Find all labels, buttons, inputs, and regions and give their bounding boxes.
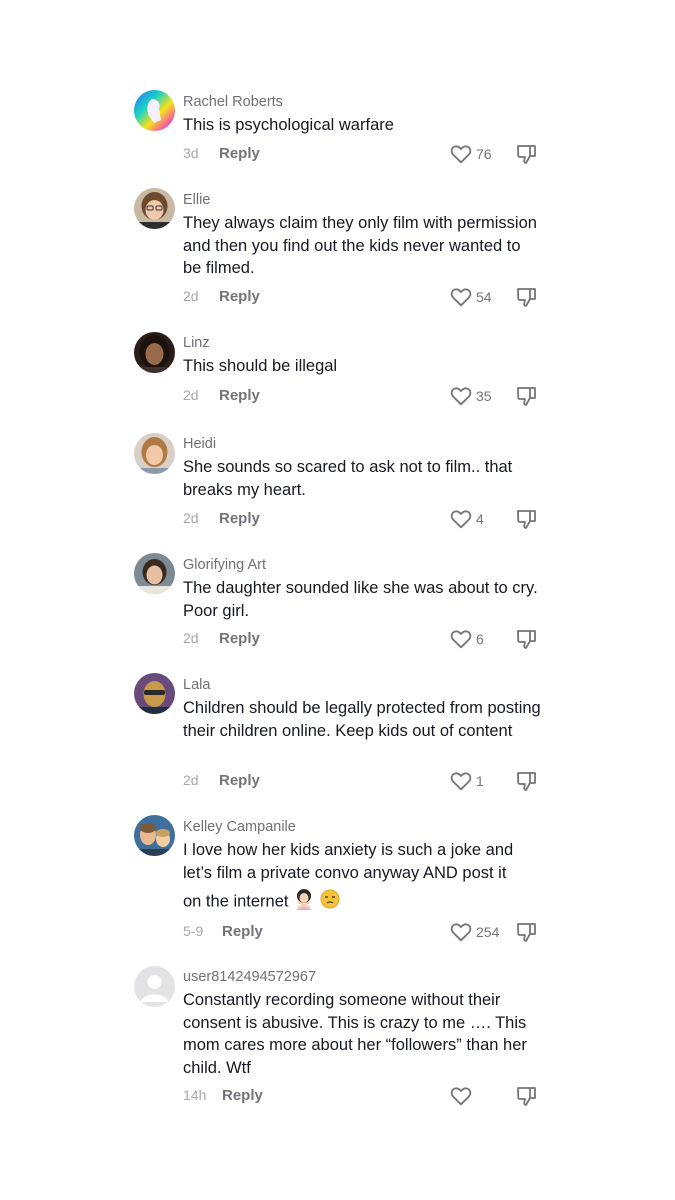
comment-text: This should be illegal xyxy=(183,357,338,375)
comment-text: Children should be legally protected fro… xyxy=(183,699,541,740)
dislike-button[interactable] xyxy=(515,507,539,536)
reply-button[interactable]: Reply xyxy=(219,387,260,404)
comment-date: 2d xyxy=(183,510,199,526)
username[interactable]: Heidi xyxy=(183,436,216,452)
heart-outline-icon xyxy=(449,142,473,166)
avatar[interactable] xyxy=(134,673,175,714)
like-count: 35 xyxy=(476,388,492,404)
like-button[interactable]: 254 xyxy=(449,920,499,944)
like-count: 6 xyxy=(476,631,484,647)
heart-outline-icon xyxy=(449,1084,473,1108)
comment-text: Constantly recording someone without the… xyxy=(183,991,527,1077)
comment-date: 5-9 xyxy=(183,923,204,939)
woman-gesturing-no-emoji xyxy=(293,888,315,917)
like-button[interactable]: 1 xyxy=(449,769,484,793)
like-count: 54 xyxy=(476,289,492,305)
like-button[interactable]: 6 xyxy=(449,627,484,651)
avatar[interactable] xyxy=(134,90,175,131)
like-button[interactable]: 4 xyxy=(449,507,484,531)
like-count: 76 xyxy=(476,146,492,162)
dislike-button[interactable] xyxy=(515,920,539,949)
avatar[interactable] xyxy=(134,966,175,1007)
username[interactable]: Ellie xyxy=(183,192,210,208)
reply-button[interactable]: Reply xyxy=(219,145,260,162)
username[interactable]: Linz xyxy=(183,335,210,351)
dislike-button[interactable] xyxy=(515,285,539,314)
comment-text: They always claim they only film with pe… xyxy=(183,214,537,277)
heart-outline-icon xyxy=(449,920,473,944)
thumbs-down-icon xyxy=(515,769,539,793)
thumbs-down-icon xyxy=(515,920,539,944)
heart-outline-icon xyxy=(449,507,473,531)
comment-text: The daughter sounded like she was about … xyxy=(183,579,538,620)
reply-button[interactable]: Reply xyxy=(222,923,263,940)
unamused-face-emoji xyxy=(320,889,340,916)
avatar[interactable] xyxy=(134,332,175,373)
dislike-button[interactable] xyxy=(515,769,539,798)
reply-button[interactable]: Reply xyxy=(219,288,260,305)
comment-date: 2d xyxy=(183,772,199,788)
thumbs-down-icon xyxy=(515,142,539,166)
avatar[interactable] xyxy=(134,553,175,594)
comment-text: This is psychological warfare xyxy=(183,116,394,134)
like-button[interactable] xyxy=(449,1084,476,1108)
comment-date: 2d xyxy=(183,387,199,403)
like-button[interactable]: 76 xyxy=(449,142,492,166)
thumbs-down-icon xyxy=(515,285,539,309)
like-button[interactable]: 35 xyxy=(449,384,492,408)
dislike-button[interactable] xyxy=(515,142,539,171)
like-count: 254 xyxy=(476,924,500,940)
username[interactable]: Rachel Roberts xyxy=(183,94,283,110)
dislike-button[interactable] xyxy=(515,627,539,656)
comment-date: 3d xyxy=(183,145,199,161)
reply-button[interactable]: Reply xyxy=(222,1087,263,1104)
thumbs-down-icon xyxy=(515,627,539,651)
thumbs-down-icon xyxy=(515,507,539,531)
like-count: 4 xyxy=(476,511,484,527)
like-button[interactable]: 54 xyxy=(449,285,492,309)
heart-outline-icon xyxy=(449,769,473,793)
comment-date: 14h xyxy=(183,1087,207,1103)
heart-outline-icon xyxy=(449,285,473,309)
username[interactable]: Kelley Campanile xyxy=(183,819,296,835)
comment-text: She sounds so scared to ask not to film.… xyxy=(183,458,513,499)
dislike-button[interactable] xyxy=(515,1084,539,1113)
username[interactable]: user8142494572967 xyxy=(183,969,316,985)
thumbs-down-icon xyxy=(515,384,539,408)
comment-date: 2d xyxy=(183,288,199,304)
heart-outline-icon xyxy=(449,627,473,651)
comment-text-tail: on the internet xyxy=(183,892,289,911)
comment-text-line: on the internet xyxy=(183,888,543,917)
avatar[interactable] xyxy=(134,188,175,229)
reply-button[interactable]: Reply xyxy=(219,510,260,527)
reply-button[interactable]: Reply xyxy=(219,630,260,647)
reply-button[interactable]: Reply xyxy=(219,772,260,789)
username[interactable]: Lala xyxy=(183,677,210,693)
comment-date: 2d xyxy=(183,630,199,646)
dislike-button[interactable] xyxy=(515,384,539,413)
avatar[interactable] xyxy=(134,815,175,856)
avatar[interactable] xyxy=(134,433,175,474)
like-count: 1 xyxy=(476,773,484,789)
username[interactable]: Glorifying Art xyxy=(183,557,266,573)
thumbs-down-icon xyxy=(515,1084,539,1108)
heart-outline-icon xyxy=(449,384,473,408)
comment-text: I love how her kids anxiety is such a jo… xyxy=(183,841,514,882)
